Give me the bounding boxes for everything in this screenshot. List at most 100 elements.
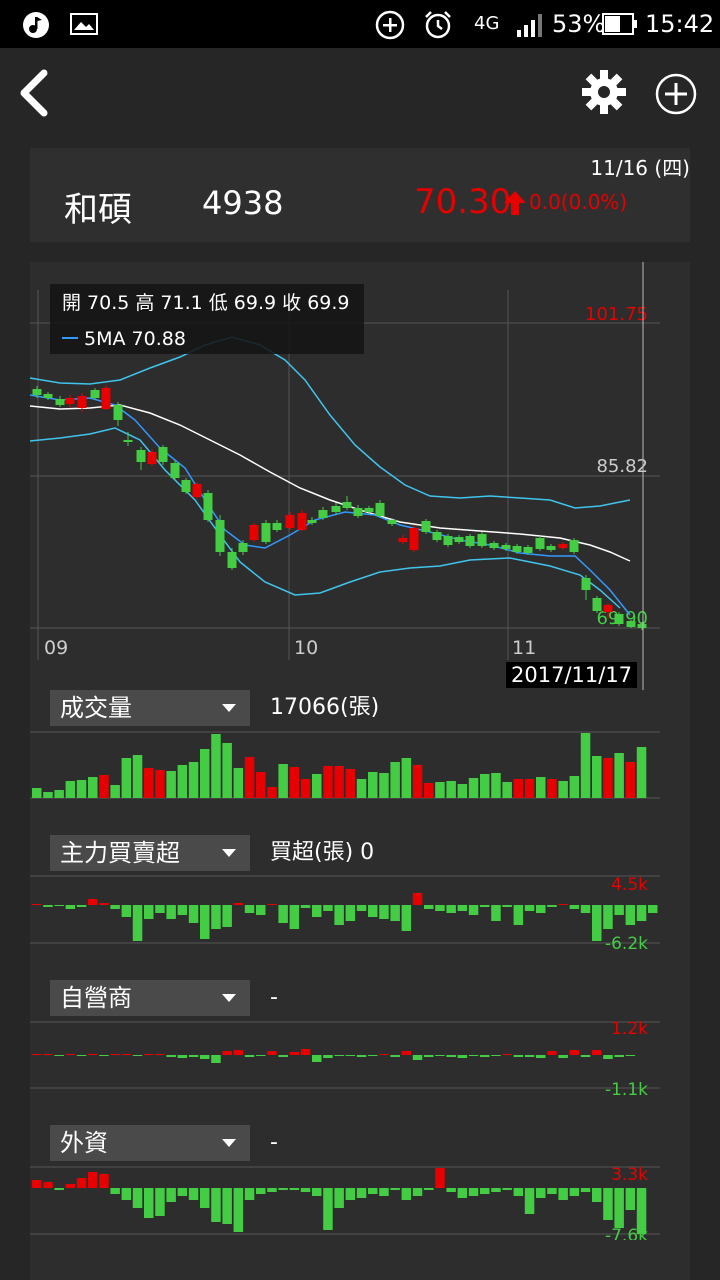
main-force-bar bbox=[233, 903, 244, 905]
dealer-dropdown[interactable]: 自營商 bbox=[50, 980, 250, 1016]
dealer-bar bbox=[524, 1055, 535, 1057]
main-force-dropdown[interactable]: 主力買賣超 bbox=[50, 835, 250, 871]
add-circle-icon[interactable] bbox=[654, 72, 698, 116]
dealer-bar bbox=[625, 1055, 636, 1056]
candle-body bbox=[465, 536, 475, 546]
stock-price: 70.30 bbox=[414, 182, 512, 222]
main-force-bar bbox=[569, 905, 580, 909]
volume-bar bbox=[345, 769, 356, 798]
main-force-bar bbox=[524, 905, 535, 911]
candle-body bbox=[43, 394, 53, 398]
foreign-bar bbox=[412, 1188, 423, 1196]
foreign-bar bbox=[524, 1188, 535, 1214]
dealer-bar bbox=[76, 1055, 87, 1056]
main-force-bar bbox=[603, 905, 613, 929]
foreign-bar bbox=[502, 1188, 512, 1190]
volume-bar bbox=[312, 774, 322, 798]
volume-bar bbox=[32, 788, 42, 798]
quote-date: 11/16 (四) bbox=[590, 156, 690, 180]
candle-body bbox=[55, 399, 65, 405]
candle-body bbox=[65, 398, 75, 404]
main-force-chart[interactable]: 4.5k -6.2k bbox=[0, 870, 720, 950]
foreign-bar bbox=[177, 1188, 188, 1196]
main-force-bar bbox=[614, 905, 624, 915]
foreign-bar bbox=[300, 1188, 311, 1192]
candle-body bbox=[158, 447, 168, 462]
candle-body bbox=[421, 521, 431, 532]
dealer-bar bbox=[110, 1054, 120, 1055]
main-force-bar bbox=[345, 905, 356, 921]
candle-body bbox=[603, 605, 613, 612]
candle-body bbox=[181, 480, 191, 492]
foreign-bar bbox=[424, 1188, 434, 1190]
dealer-bar bbox=[368, 1055, 378, 1056]
ma-legend-swatch bbox=[62, 337, 78, 339]
top-nav bbox=[0, 48, 720, 144]
back-arrow-icon[interactable] bbox=[14, 68, 54, 118]
dealer-bar bbox=[200, 1055, 210, 1059]
dealer-bar bbox=[144, 1054, 154, 1055]
candle-body bbox=[432, 532, 442, 540]
main-force-bar bbox=[480, 905, 490, 907]
foreign-chart[interactable]: 3.3k -7.6k bbox=[0, 1160, 720, 1240]
main-force-bar bbox=[356, 905, 367, 911]
foreign-bar bbox=[580, 1188, 591, 1192]
foreign-bar bbox=[435, 1168, 445, 1188]
volume-bar bbox=[592, 756, 602, 798]
volume-dropdown-label: 成交量 bbox=[60, 694, 132, 722]
main-force-value: 買超(張) 0 bbox=[270, 840, 375, 865]
candles bbox=[32, 385, 647, 630]
foreign-bar bbox=[480, 1188, 490, 1194]
main-force-bar bbox=[379, 905, 389, 919]
foreign-bar bbox=[200, 1188, 210, 1208]
candle-body bbox=[136, 450, 146, 462]
dealer-bar bbox=[32, 1054, 42, 1055]
volume-bar bbox=[524, 779, 535, 798]
battery-icon bbox=[602, 13, 637, 35]
candle-body bbox=[331, 506, 341, 512]
foreign-bar bbox=[222, 1188, 232, 1224]
dealer-bar bbox=[603, 1055, 613, 1059]
volume-chart[interactable] bbox=[0, 726, 720, 802]
candle-body bbox=[215, 520, 225, 552]
volume-bar bbox=[536, 777, 546, 798]
main-force-bar bbox=[547, 905, 557, 907]
dealer-bar bbox=[401, 1051, 412, 1055]
volume-bar bbox=[457, 784, 468, 798]
dealer-chart[interactable]: 1.2k -1.1k bbox=[0, 1016, 720, 1096]
volume-bar bbox=[267, 787, 277, 798]
candle-body bbox=[318, 510, 328, 518]
volume-bar bbox=[278, 764, 288, 798]
foreign-bar bbox=[558, 1188, 568, 1200]
volume-bar bbox=[300, 779, 311, 798]
volume-bar bbox=[356, 779, 367, 798]
foreign-dropdown[interactable]: 外資 bbox=[50, 1125, 250, 1161]
dealer-bar bbox=[65, 1054, 76, 1055]
volume-dropdown[interactable]: 成交量 bbox=[50, 690, 250, 726]
foreign-bar bbox=[379, 1188, 389, 1196]
volume-bar bbox=[603, 758, 613, 798]
gear-icon[interactable] bbox=[580, 68, 628, 116]
dealer-bar bbox=[569, 1050, 580, 1055]
main-force-bar bbox=[401, 905, 412, 931]
main-force-bar bbox=[244, 905, 255, 913]
foreign-bar bbox=[132, 1188, 143, 1208]
volume-bar bbox=[256, 772, 266, 798]
candle-body bbox=[192, 484, 202, 497]
main-force-bar bbox=[278, 905, 288, 923]
candle-body bbox=[501, 545, 511, 549]
dealer-bar bbox=[424, 1055, 434, 1057]
foreign-bar bbox=[144, 1188, 154, 1218]
chevron-down-icon bbox=[222, 994, 236, 1002]
dealer-bar bbox=[446, 1055, 456, 1057]
volume-bar bbox=[121, 758, 132, 798]
volume-bar bbox=[289, 767, 300, 798]
main-force-bar bbox=[558, 904, 568, 905]
foreign-bar bbox=[457, 1188, 468, 1198]
volume-bar bbox=[155, 770, 165, 798]
volume-bar bbox=[480, 774, 490, 798]
dealer-bar bbox=[412, 1055, 423, 1060]
dealer-bar bbox=[491, 1055, 501, 1056]
foreign-bar bbox=[614, 1188, 624, 1228]
main-force-bar bbox=[334, 905, 344, 925]
